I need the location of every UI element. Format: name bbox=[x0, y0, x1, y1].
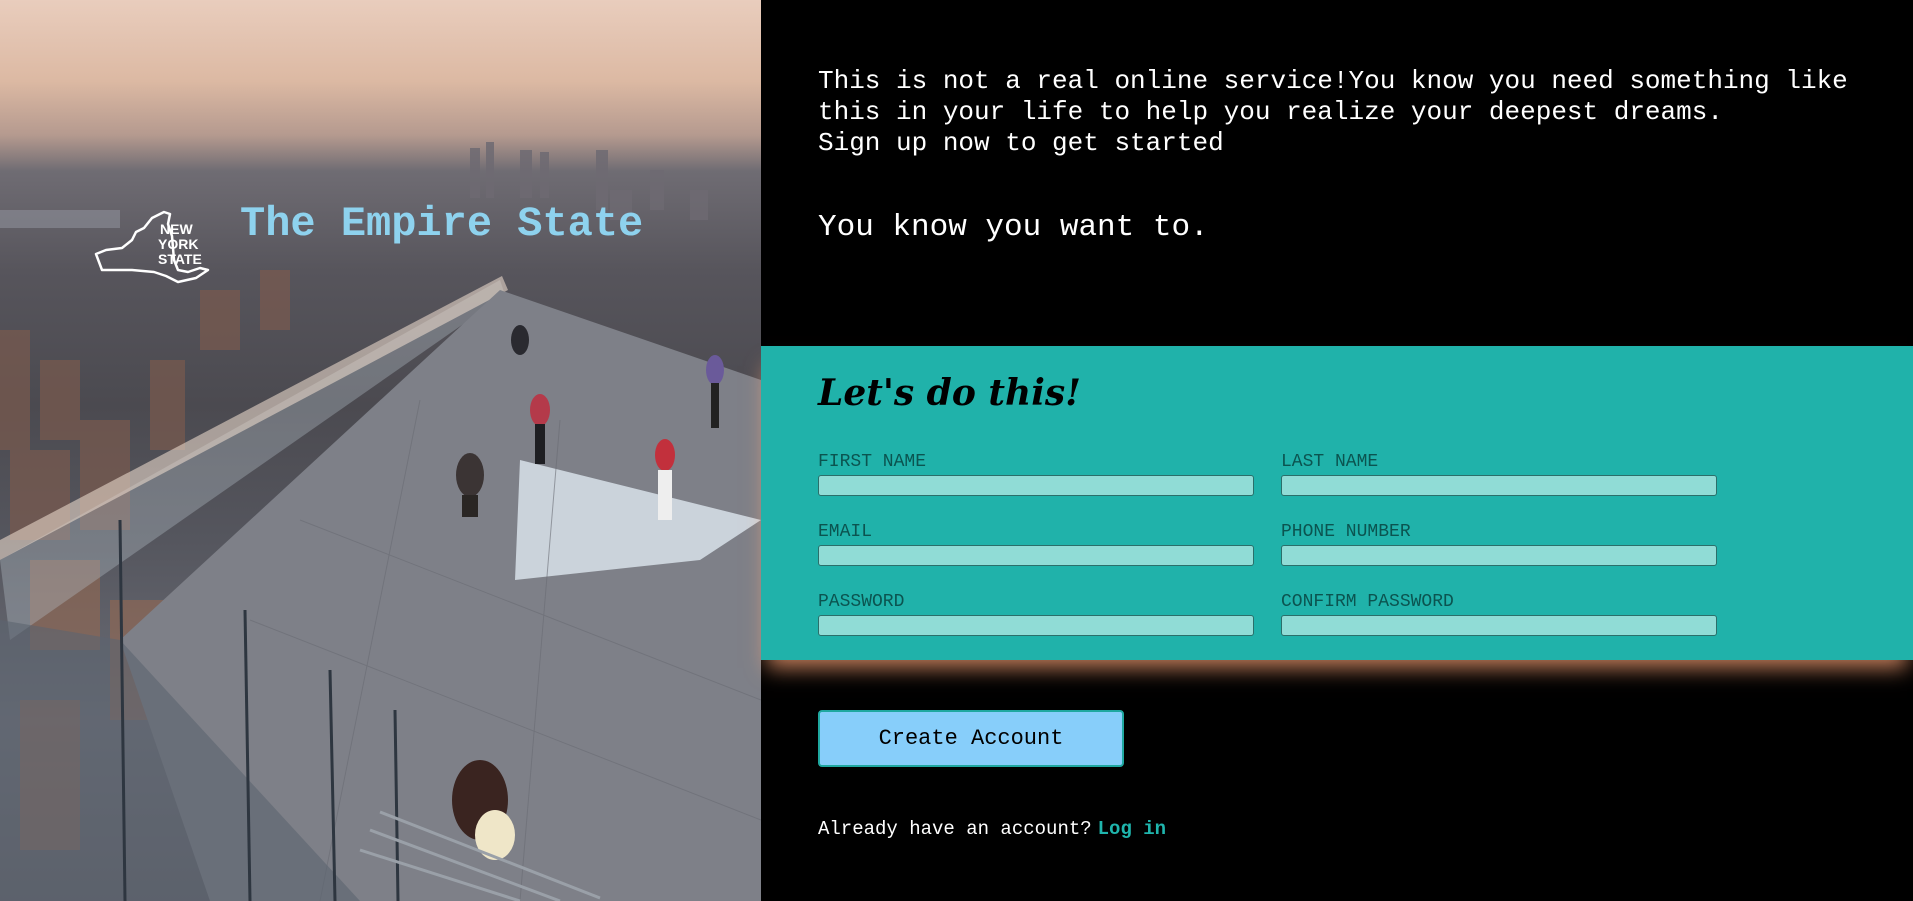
email-input[interactable] bbox=[818, 545, 1254, 566]
hero-image: NEW YORK STATE The Empire State bbox=[0, 0, 761, 901]
email-field-group: EMAIL bbox=[818, 522, 1254, 566]
last-name-label: LAST NAME bbox=[1281, 452, 1379, 472]
email-label: EMAIL bbox=[818, 522, 873, 542]
confirm-password-field-group: CONFIRM PASSWORD bbox=[1281, 592, 1717, 636]
signup-form: Let's do this! FIRST NAME LAST NAME EMAI… bbox=[761, 346, 1913, 660]
intro-line-3: Sign up now to get started bbox=[818, 128, 1224, 158]
phone-number-label: PHONE NUMBER bbox=[1281, 522, 1411, 542]
phone-field-group: PHONE NUMBER bbox=[1281, 522, 1717, 566]
new-york-state-logo: NEW YORK STATE bbox=[92, 210, 214, 284]
rooftop-observation-scene bbox=[0, 142, 761, 901]
first-name-field-group: FIRST NAME bbox=[818, 452, 1254, 496]
intro-line-2: this in your life to help you realize yo… bbox=[818, 97, 1723, 127]
login-prompt-text: Already have an account? bbox=[818, 818, 1092, 840]
intro-text: This is not a real online service!You kn… bbox=[818, 66, 1908, 159]
last-name-input[interactable] bbox=[1281, 475, 1717, 496]
create-account-button[interactable]: Create Account bbox=[818, 710, 1124, 767]
svg-text:NEW: NEW bbox=[160, 221, 193, 237]
intro-line-1: This is not a real online service!You kn… bbox=[818, 66, 1848, 96]
last-name-field-group: LAST NAME bbox=[1281, 452, 1717, 496]
svg-text:YORK: YORK bbox=[158, 236, 198, 252]
confirm-password-label: CONFIRM PASSWORD bbox=[1281, 592, 1454, 612]
svg-text:STATE: STATE bbox=[158, 251, 202, 267]
login-prompt: Already have an account? Log in bbox=[818, 818, 1166, 840]
hero-title: The Empire State bbox=[240, 200, 644, 248]
first-name-input[interactable] bbox=[818, 475, 1254, 496]
password-field-group: PASSWORD bbox=[818, 592, 1254, 636]
login-link[interactable]: Log in bbox=[1098, 818, 1166, 840]
form-heading: Let's do this! bbox=[818, 372, 1081, 414]
confirm-password-input[interactable] bbox=[1281, 615, 1717, 636]
tagline: You know you want to. bbox=[818, 210, 1209, 245]
password-input[interactable] bbox=[818, 615, 1254, 636]
first-name-label: FIRST NAME bbox=[818, 452, 927, 472]
phone-number-input[interactable] bbox=[1281, 545, 1717, 566]
password-label: PASSWORD bbox=[818, 592, 905, 612]
